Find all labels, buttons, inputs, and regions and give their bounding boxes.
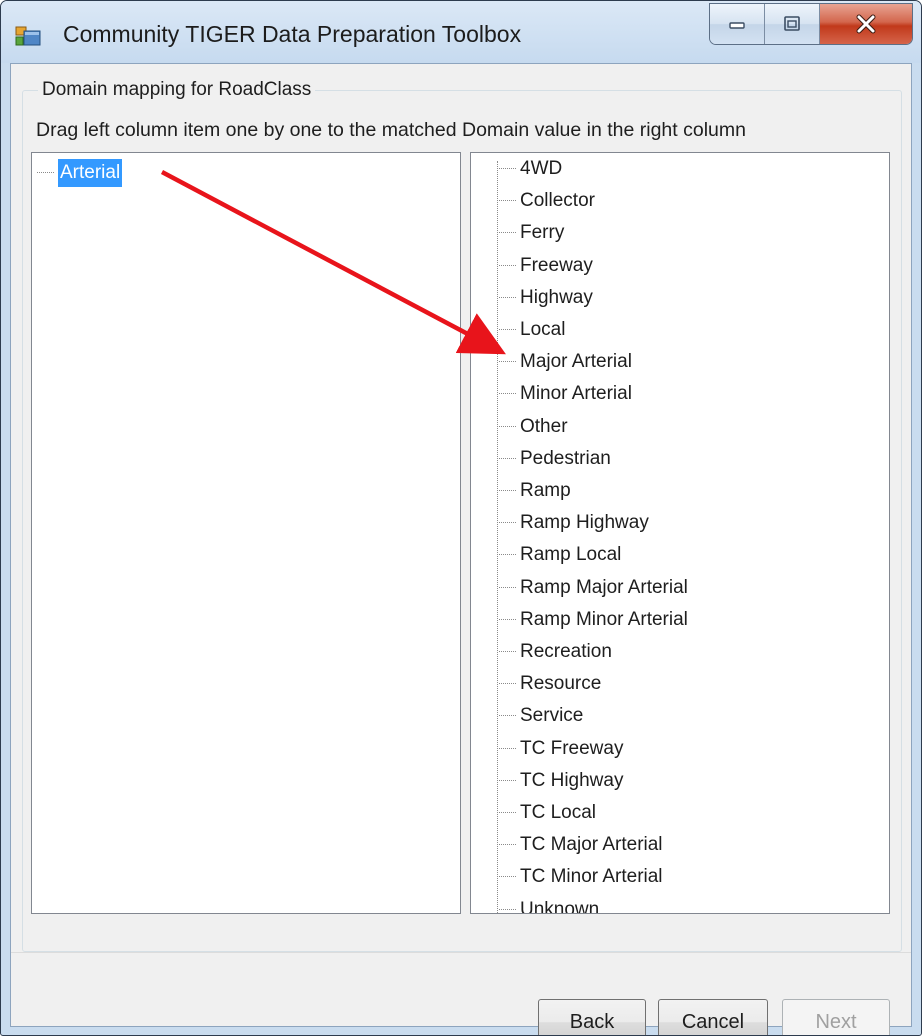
tree-connector bbox=[499, 296, 516, 298]
groupbox-legend: Domain mapping for RoadClass bbox=[38, 79, 316, 101]
tree-connector bbox=[499, 490, 516, 491]
tree-node-label[interactable]: Freeway bbox=[520, 250, 593, 282]
dialog-footer bbox=[11, 952, 911, 1027]
tree-node-label[interactable]: Ramp Major Arterial bbox=[520, 572, 688, 604]
tree-connector bbox=[499, 522, 516, 524]
title-bar[interactable]: Community TIGER Data Preparation Toolbox bbox=[1, 1, 921, 63]
tree-connector bbox=[37, 172, 54, 173]
tree-connector bbox=[499, 457, 516, 459]
instructions-text: Drag left column item one by one to the … bbox=[36, 119, 746, 141]
tree-connector bbox=[499, 715, 516, 717]
maximize-button[interactable] bbox=[765, 4, 820, 44]
tree-node-label[interactable]: 4WD bbox=[520, 153, 562, 185]
tree-connector bbox=[499, 844, 516, 846]
tree-connector bbox=[499, 200, 516, 202]
tree-node-label[interactable]: Arterial bbox=[58, 159, 123, 187]
tree-connector bbox=[499, 908, 516, 910]
maximize-icon bbox=[784, 16, 800, 31]
tree-connector bbox=[499, 876, 516, 878]
close-button[interactable] bbox=[820, 4, 912, 44]
tree-node-label[interactable]: Highway bbox=[520, 282, 593, 314]
tree-node-label[interactable]: Service bbox=[520, 700, 583, 732]
tree-connector bbox=[499, 747, 516, 749]
tree-connector bbox=[499, 683, 516, 685]
tree-connector bbox=[499, 168, 516, 169]
tree-node-label[interactable]: Other bbox=[520, 411, 568, 443]
tree-node-label[interactable]: Local bbox=[520, 314, 565, 346]
tree-connector bbox=[499, 554, 516, 556]
tree-node-label[interactable]: TC Highway bbox=[520, 765, 623, 797]
tree-connector bbox=[499, 779, 516, 781]
tree-connector bbox=[499, 812, 516, 813]
tree-connector bbox=[499, 586, 516, 588]
minimize-button[interactable] bbox=[710, 4, 765, 44]
tree-node-label[interactable]: Major Arterial bbox=[520, 346, 632, 378]
tree-node-label[interactable]: Ramp Local bbox=[520, 539, 621, 571]
window-title: Community TIGER Data Preparation Toolbox bbox=[63, 21, 522, 47]
tree-node-label[interactable]: TC Minor Arterial bbox=[520, 861, 663, 893]
tree-connector bbox=[499, 393, 516, 395]
tree-node-label[interactable]: Resource bbox=[520, 668, 601, 700]
tree-connector bbox=[499, 425, 516, 427]
tree-node-label[interactable]: TC Freeway bbox=[520, 733, 623, 765]
tree-node-label[interactable]: Ramp Minor Arterial bbox=[520, 604, 688, 636]
source-values-tree[interactable]: Arterial bbox=[31, 152, 461, 914]
tree-connector bbox=[499, 361, 516, 363]
tree-node-label[interactable]: TC Local bbox=[520, 797, 596, 829]
tree-node-label[interactable]: Ramp bbox=[520, 475, 571, 507]
tree-connector bbox=[499, 329, 516, 330]
app-window-icon bbox=[15, 26, 41, 46]
tree-node-label[interactable]: TC Major Arterial bbox=[520, 829, 663, 861]
dialog-client-area: Domain mapping for RoadClass Drag left c… bbox=[10, 63, 912, 1035]
tree-node-label[interactable]: Minor Arterial bbox=[520, 378, 632, 410]
tree-guide-line bbox=[497, 161, 498, 913]
domain-values-tree[interactable]: 4WD Collector Ferry Freeway Highway Local Majo… bbox=[470, 152, 890, 914]
tree-connector bbox=[499, 651, 516, 652]
back-button[interactable]: Back bbox=[538, 999, 646, 1035]
tree-connector bbox=[499, 618, 516, 620]
cancel-button[interactable]: Cancel bbox=[658, 999, 768, 1035]
tree-node-label[interactable]: Ferry bbox=[520, 217, 564, 249]
next-button: Next bbox=[782, 999, 890, 1035]
tree-node-label[interactable]: Collector bbox=[520, 185, 595, 217]
tree-connector bbox=[499, 264, 516, 266]
tree-node-label[interactable]: Recreation bbox=[520, 636, 612, 668]
tree-node-label[interactable]: Unknown bbox=[520, 894, 599, 913]
tree-node-label[interactable]: Ramp Highway bbox=[520, 507, 649, 539]
tree-connector bbox=[499, 232, 516, 234]
close-icon bbox=[856, 14, 876, 34]
tree-node-label[interactable]: Pedestrian bbox=[520, 443, 611, 475]
minimize-icon bbox=[729, 22, 745, 29]
caption-buttons bbox=[709, 3, 913, 45]
app-window: Community TIGER Data Preparation Toolbox bbox=[0, 0, 922, 1036]
